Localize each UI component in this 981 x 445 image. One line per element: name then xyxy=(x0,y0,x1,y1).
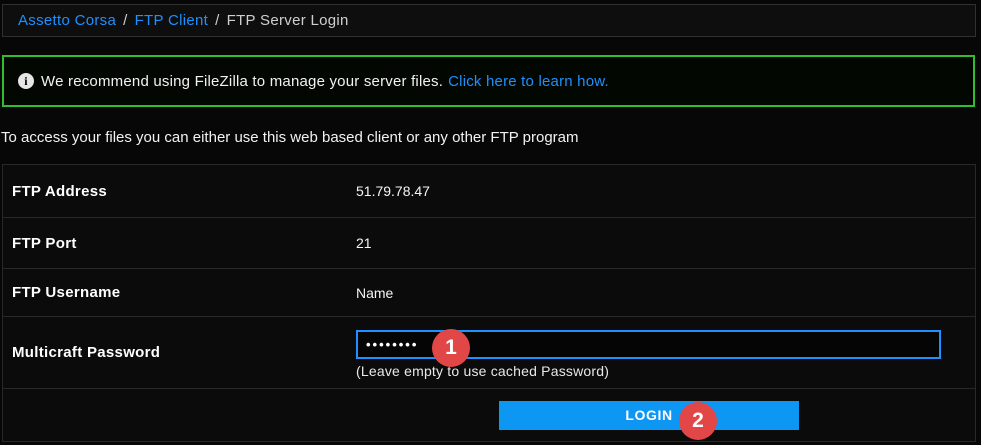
intro-text: To access your files you can either use … xyxy=(1,129,579,146)
annotation-step-2: 2 xyxy=(679,402,717,440)
breadcrumb-link-ftp-client[interactable]: FTP Client xyxy=(135,12,209,29)
ftp-address-value: 51.79.78.47 xyxy=(348,165,975,217)
login-row-spacer xyxy=(3,389,348,441)
breadcrumb-link-server[interactable]: Assetto Corsa xyxy=(18,12,116,29)
ftp-port-value: 21 xyxy=(348,218,975,268)
breadcrumb-separator: / xyxy=(215,12,219,29)
table-row-ftp-username: FTP Username Name xyxy=(3,268,975,316)
annotation-step-1: 1 xyxy=(432,329,470,367)
info-banner-text: We recommend using FileZilla to manage y… xyxy=(41,73,443,90)
table-row-ftp-address: FTP Address 51.79.78.47 xyxy=(3,165,975,217)
ftp-username-label: FTP Username xyxy=(3,269,348,316)
breadcrumb-separator: / xyxy=(123,12,127,29)
table-row-login: LOGIN xyxy=(3,388,975,441)
login-button[interactable]: LOGIN xyxy=(499,401,799,430)
multicraft-password-label: Multicraft Password xyxy=(3,317,348,388)
breadcrumb: Assetto Corsa / FTP Client / FTP Server … xyxy=(2,4,976,37)
ftp-details-table: FTP Address 51.79.78.47 FTP Port 21 FTP … xyxy=(2,164,976,442)
info-icon: i xyxy=(18,73,34,89)
breadcrumb-current-page: FTP Server Login xyxy=(227,12,349,29)
ftp-login-page: Assetto Corsa / FTP Client / FTP Server … xyxy=(0,0,981,445)
learn-how-link[interactable]: Click here to learn how. xyxy=(448,73,609,90)
ftp-username-value: Name xyxy=(348,269,975,316)
table-row-multicraft-password: Multicraft Password (Leave empty to use … xyxy=(3,316,975,388)
ftp-address-label: FTP Address xyxy=(3,165,348,217)
ftp-port-label: FTP Port xyxy=(3,218,348,268)
table-row-ftp-port: FTP Port 21 xyxy=(3,217,975,268)
filezilla-info-banner: i We recommend using FileZilla to manage… xyxy=(2,55,975,107)
